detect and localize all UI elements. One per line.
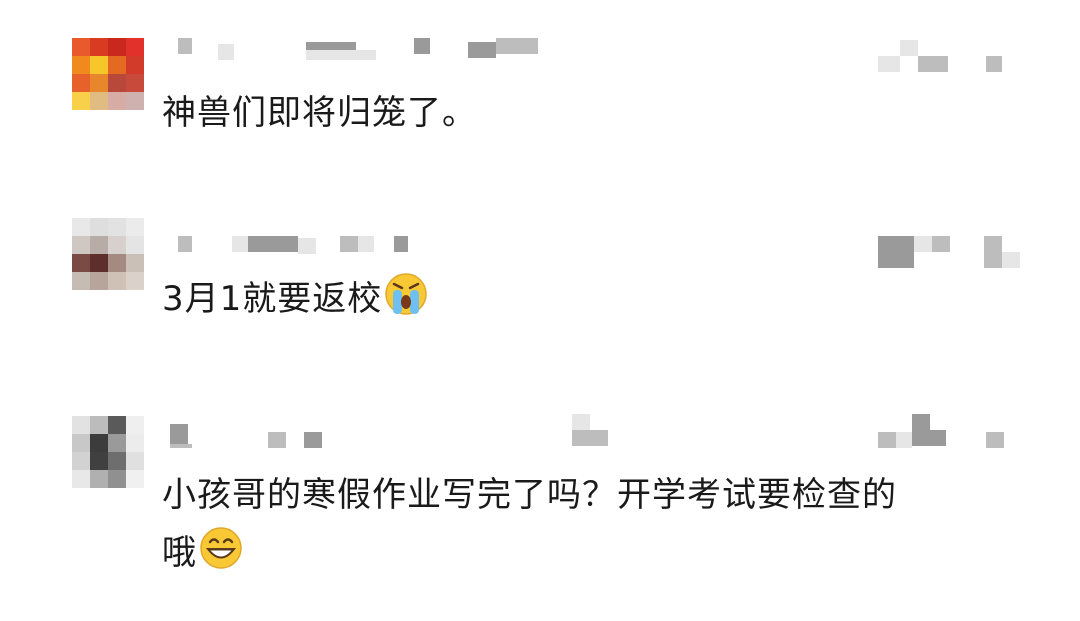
timestamp-redacted	[878, 414, 1028, 448]
avatar[interactable]	[72, 416, 144, 488]
username-redacted[interactable]	[170, 424, 330, 448]
comment-text: 小孩哥的寒假作业写完了吗？开学考试要检查的 哦	[162, 466, 897, 588]
grinning-face-icon	[199, 526, 243, 588]
comment-item: 小孩哥的寒假作业写完了吗？开学考试要检查的 哦	[0, 0, 1080, 621]
tag-redacted	[572, 414, 612, 446]
